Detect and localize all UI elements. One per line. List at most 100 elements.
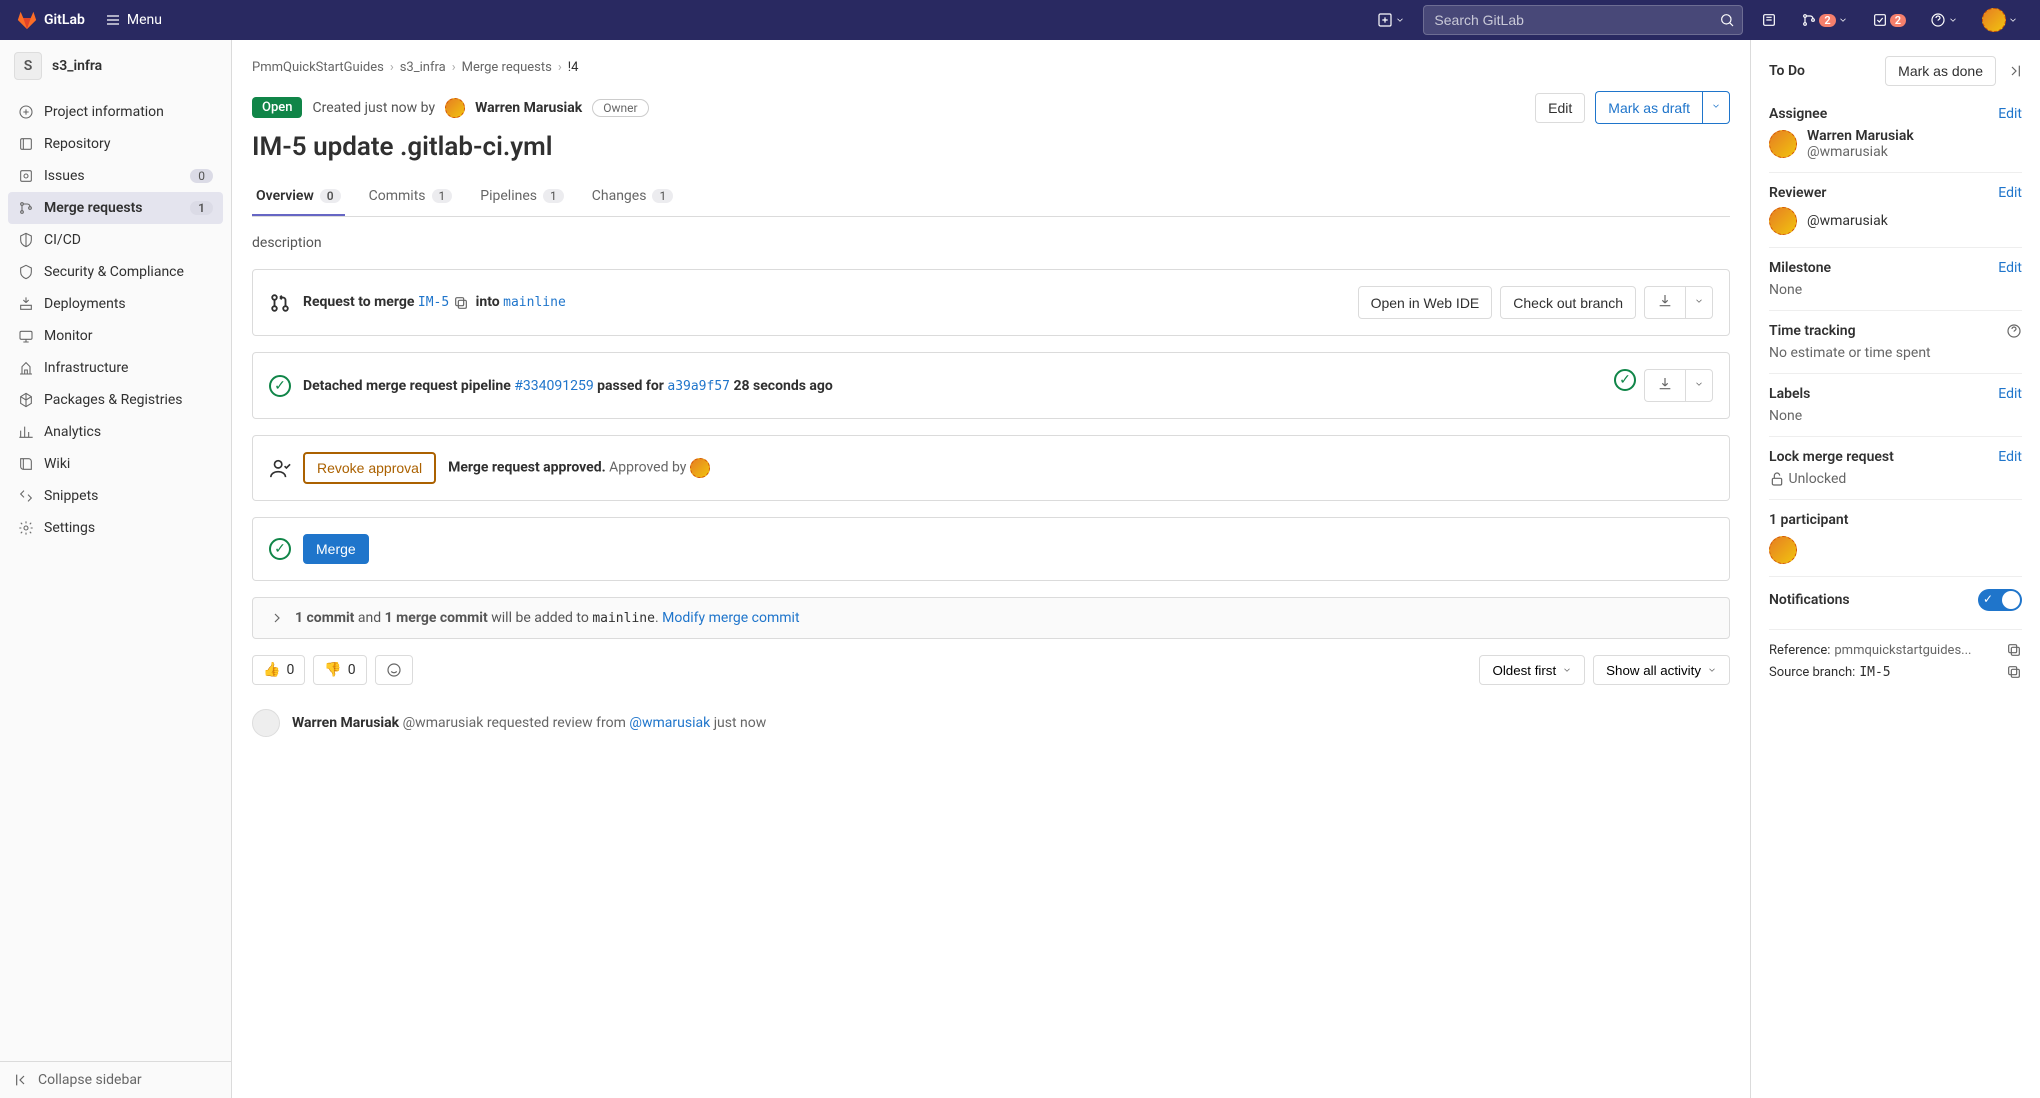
activity-item: Warren Marusiak @wmarusiak requested rev…: [252, 701, 1730, 745]
project-header[interactable]: S s3_infra: [0, 40, 231, 92]
edit-button[interactable]: Edit: [1535, 93, 1585, 123]
reference-value: pmmquickstartguides...: [1834, 643, 1971, 658]
tab-count: 0: [320, 189, 341, 203]
activity-author[interactable]: Warren Marusiak: [292, 715, 399, 731]
sidebar-item-repository[interactable]: Repository: [8, 128, 223, 160]
hamburger-icon: [105, 12, 121, 28]
sidebar-item-settings[interactable]: Settings: [8, 512, 223, 544]
merge-requests-shortcut[interactable]: 2: [1795, 8, 1853, 32]
chevron-down-icon: [1694, 293, 1704, 309]
sidebar-item-project-information[interactable]: Project information: [8, 96, 223, 128]
todos-shortcut[interactable]: 2: [1866, 8, 1912, 32]
draft-dropdown-button[interactable]: [1702, 91, 1730, 124]
artifacts-dropdown-button[interactable]: [1685, 369, 1713, 402]
approved-text: Merge request approved.: [448, 460, 606, 476]
issues-shortcut[interactable]: [1755, 8, 1783, 32]
reviewer-link[interactable]: @wmarusiak: [629, 715, 710, 731]
sidebar-item-packages-registries[interactable]: Packages & Registries: [8, 384, 223, 416]
help-icon[interactable]: [2006, 323, 2022, 339]
reviewer-edit[interactable]: Edit: [1998, 185, 2022, 201]
pipeline-id-link[interactable]: #334091259: [514, 378, 593, 394]
collapse-sidebar-button[interactable]: Collapse sidebar: [0, 1061, 231, 1098]
sort-dropdown[interactable]: Oldest first: [1479, 655, 1585, 685]
user-menu[interactable]: [1976, 4, 2024, 36]
sidebar-item-deployments[interactable]: Deployments: [8, 288, 223, 320]
activity-filter-dropdown[interactable]: Show all activity: [1593, 655, 1730, 685]
tab-overview[interactable]: Overview0: [252, 178, 345, 216]
sidebar-item-infrastructure[interactable]: Infrastructure: [8, 352, 223, 384]
reviewer-section: Reviewer Edit @wmarusiak: [1769, 173, 2022, 248]
copy-icon[interactable]: [2006, 664, 2022, 680]
add-reaction-button[interactable]: [375, 655, 413, 685]
search-input[interactable]: [1423, 5, 1743, 35]
mark-as-done-button[interactable]: Mark as done: [1885, 56, 1996, 86]
download-button[interactable]: [1644, 286, 1685, 319]
open-web-ide-button[interactable]: Open in Web IDE: [1358, 286, 1493, 319]
pipeline-sha-link[interactable]: a39a9f57: [667, 379, 730, 394]
merge-button[interactable]: Merge: [303, 534, 369, 564]
pipeline-status-button[interactable]: ✓: [1614, 369, 1636, 391]
gitlab-logo[interactable]: GitLab: [16, 9, 85, 31]
chevron-right-icon[interactable]: [269, 610, 285, 626]
sidebar-item-wiki[interactable]: Wiki: [8, 448, 223, 480]
thumbs-up-button[interactable]: 👍 0: [252, 655, 305, 685]
pipeline-mid: passed for: [597, 378, 664, 394]
expand-sidebar-icon[interactable]: [2006, 63, 2022, 79]
copy-branch-icon[interactable]: [453, 295, 469, 311]
check-out-branch-button[interactable]: Check out branch: [1500, 286, 1636, 319]
breadcrumb-item[interactable]: s3_infra: [400, 60, 446, 75]
pipeline-card: ✓ Detached merge request pipeline #33409…: [252, 352, 1730, 419]
labels-value: None: [1769, 408, 2022, 424]
artifacts-download-button[interactable]: [1644, 369, 1685, 402]
sidebar-count: 1: [190, 201, 213, 215]
help-button[interactable]: [1924, 8, 1964, 32]
pipeline-prefix: Detached merge request pipeline: [303, 378, 511, 394]
activity-handle: @wmarusiak: [403, 715, 484, 731]
target-branch-link[interactable]: mainline: [503, 295, 566, 310]
sidebar-item-ci-cd[interactable]: CI/CD: [8, 224, 223, 256]
collapse-icon: [14, 1072, 30, 1088]
lock-value: Unlocked: [1788, 471, 1846, 487]
modify-merge-commit-link[interactable]: Modify merge commit: [662, 610, 799, 626]
todo-label: To Do: [1769, 63, 1805, 79]
breadcrumb-item[interactable]: Merge requests: [462, 60, 552, 75]
reviewer-handle[interactable]: @wmarusiak: [1807, 213, 1888, 229]
create-new-button[interactable]: [1371, 8, 1411, 32]
lock-edit[interactable]: Edit: [1998, 449, 2022, 465]
menu-button[interactable]: Menu: [97, 8, 170, 32]
approver-avatar-icon[interactable]: [690, 458, 710, 478]
sidebar-item-security-compliance[interactable]: Security & Compliance: [8, 256, 223, 288]
notifications-toggle[interactable]: ✓: [1978, 589, 2022, 611]
reviewer-label: Reviewer: [1769, 185, 1826, 201]
user-avatar-icon: [1982, 8, 2006, 32]
thumbs-down-button[interactable]: 👎 0: [313, 655, 366, 685]
chevron-down-icon: [1707, 662, 1717, 678]
source-branch-link[interactable]: IM-5: [418, 295, 449, 310]
author-name[interactable]: Warren Marusiak: [475, 100, 582, 116]
download-dropdown-button[interactable]: [1685, 286, 1713, 319]
sidebar-item-monitor[interactable]: Monitor: [8, 320, 223, 352]
milestone-edit[interactable]: Edit: [1998, 260, 2022, 276]
tab-pipelines[interactable]: Pipelines1: [476, 178, 567, 216]
merge-icon: [1801, 12, 1817, 28]
sidebar-item-merge-requests[interactable]: Merge requests1: [8, 192, 223, 224]
assignee-name[interactable]: Warren Marusiak: [1807, 128, 1914, 144]
time-label: Time tracking: [1769, 323, 1856, 339]
copy-icon[interactable]: [2006, 642, 2022, 658]
target-branch-text: mainline: [592, 611, 655, 626]
breadcrumb-item[interactable]: PmmQuickStartGuides: [252, 60, 384, 75]
sidebar-item-snippets[interactable]: Snippets: [8, 480, 223, 512]
search-icon[interactable]: [1719, 12, 1735, 28]
labels-edit[interactable]: Edit: [1998, 386, 2022, 402]
sidebar-item-issues[interactable]: Issues0: [8, 160, 223, 192]
sidebar-item-analytics[interactable]: Analytics: [8, 416, 223, 448]
tab-commits[interactable]: Commits1: [365, 178, 457, 216]
tab-changes[interactable]: Changes1: [588, 178, 677, 216]
collapse-label: Collapse sidebar: [38, 1072, 142, 1088]
revoke-approval-button[interactable]: Revoke approval: [303, 452, 436, 484]
participant-avatar-icon[interactable]: [1769, 536, 1797, 564]
mark-as-draft-button[interactable]: Mark as draft: [1595, 91, 1702, 124]
time-value: No estimate or time spent: [1769, 345, 2022, 361]
assignee-edit[interactable]: Edit: [1998, 106, 2022, 122]
brand-text: GitLab: [44, 12, 85, 28]
